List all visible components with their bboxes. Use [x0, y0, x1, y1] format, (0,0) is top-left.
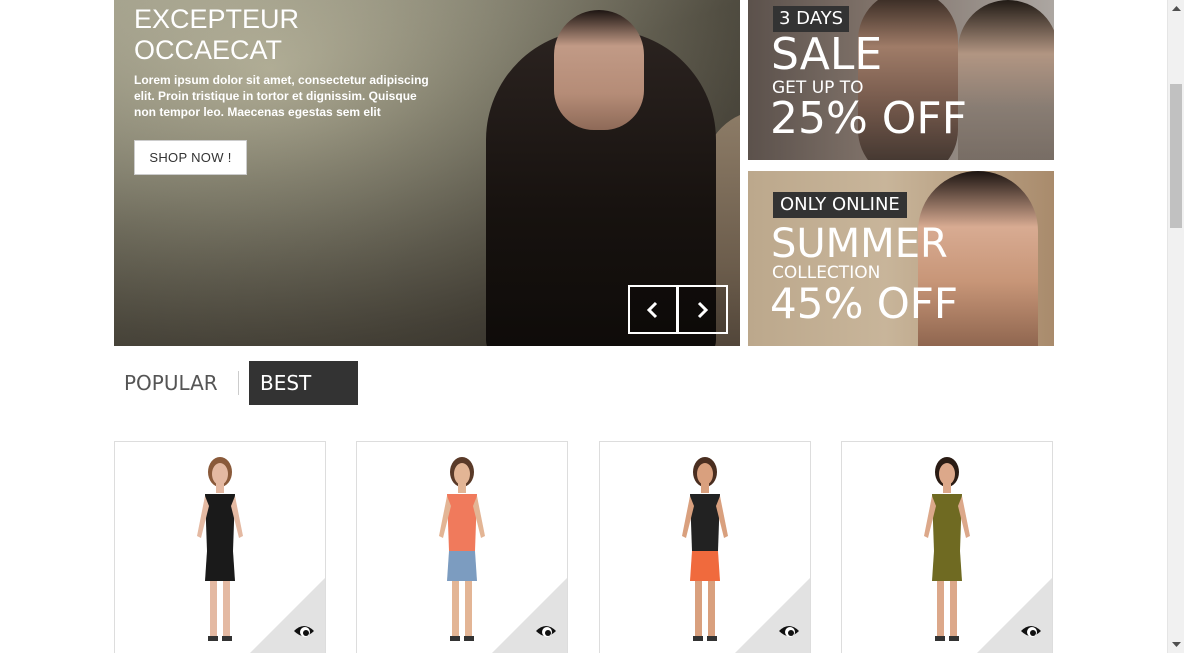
hero-description: Lorem ipsum dolor sit amet, consectetur …	[134, 73, 429, 119]
model-top	[690, 494, 720, 551]
page: EXCEPTEUR OCCAECAT Lorem ipsum dolor sit…	[0, 0, 1167, 653]
tab-popular[interactable]: POPULAR	[114, 361, 228, 405]
arrow-down-icon[interactable]	[1168, 636, 1184, 653]
model-shoe-right	[464, 636, 474, 641]
model-bottom	[932, 551, 962, 581]
banner-tag: ONLY ONLINE	[773, 192, 907, 218]
model-leg-right	[708, 581, 715, 636]
banner-headline: SALE	[771, 29, 883, 80]
banner-discount: 45% OFF	[770, 279, 959, 328]
arrow-up-icon[interactable]	[1168, 0, 1184, 17]
model-bottom	[690, 551, 720, 581]
model-face	[454, 463, 470, 485]
eye-icon[interactable]	[535, 620, 557, 642]
hero-model-woman-head	[554, 10, 644, 130]
product-card[interactable]	[599, 441, 811, 653]
model-neck	[943, 483, 951, 493]
model-top	[932, 494, 962, 551]
eye-icon[interactable]	[778, 620, 800, 642]
tab-divider	[238, 371, 239, 395]
model-top	[205, 494, 235, 551]
model-shoe-left	[208, 636, 218, 641]
promo-banner-summer[interactable]: ONLY ONLINE SUMMER COLLECTION 45% OFF	[748, 171, 1054, 346]
banner-discount: 25% OFF	[770, 93, 968, 144]
model-leg-left	[452, 581, 459, 636]
chevron-right-icon	[697, 301, 709, 319]
eye-icon[interactable]	[1020, 620, 1042, 642]
product-card[interactable]	[356, 441, 568, 653]
model-leg-left	[210, 581, 217, 636]
model-shoe-left	[450, 636, 460, 641]
model-leg-right	[950, 581, 957, 636]
model-face	[697, 463, 713, 485]
model-leg-left	[937, 581, 944, 636]
hero-slider[interactable]: EXCEPTEUR OCCAECAT Lorem ipsum dolor sit…	[114, 0, 740, 346]
promo-banner-sale[interactable]: 3 DAYS SALE GET UP TO 25% OFF	[748, 0, 1054, 160]
slider-prev-button[interactable]	[628, 285, 678, 334]
banner-headline: SUMMER	[771, 221, 948, 267]
model-leg-right	[223, 581, 230, 636]
model-shoe-right	[949, 636, 959, 641]
model-leg-left	[695, 581, 702, 636]
chevron-left-icon	[646, 301, 658, 319]
model-shoe-right	[707, 636, 717, 641]
model-bottom	[447, 551, 477, 581]
vertical-scrollbar[interactable]	[1167, 0, 1184, 653]
model-face	[212, 463, 228, 485]
model-leg-right	[465, 581, 472, 636]
model-bottom	[205, 551, 235, 581]
model-shoe-left	[935, 636, 945, 641]
model-neck	[458, 483, 466, 493]
model-top	[447, 494, 477, 551]
model-neck	[701, 483, 709, 493]
model-shoe-left	[693, 636, 703, 641]
model-shoe-right	[222, 636, 232, 641]
eye-icon[interactable]	[293, 620, 315, 642]
slider-next-button[interactable]	[678, 285, 728, 334]
model-face	[939, 463, 955, 485]
hero-title: EXCEPTEUR OCCAECAT	[134, 4, 300, 65]
product-card[interactable]	[841, 441, 1053, 653]
tab-best-sellers[interactable]: BEST SELLERS	[249, 361, 358, 439]
shop-now-button[interactable]: SHOP NOW !	[134, 140, 247, 175]
model-neck	[216, 483, 224, 493]
scrollbar-thumb[interactable]	[1170, 84, 1182, 228]
product-card[interactable]	[114, 441, 326, 653]
